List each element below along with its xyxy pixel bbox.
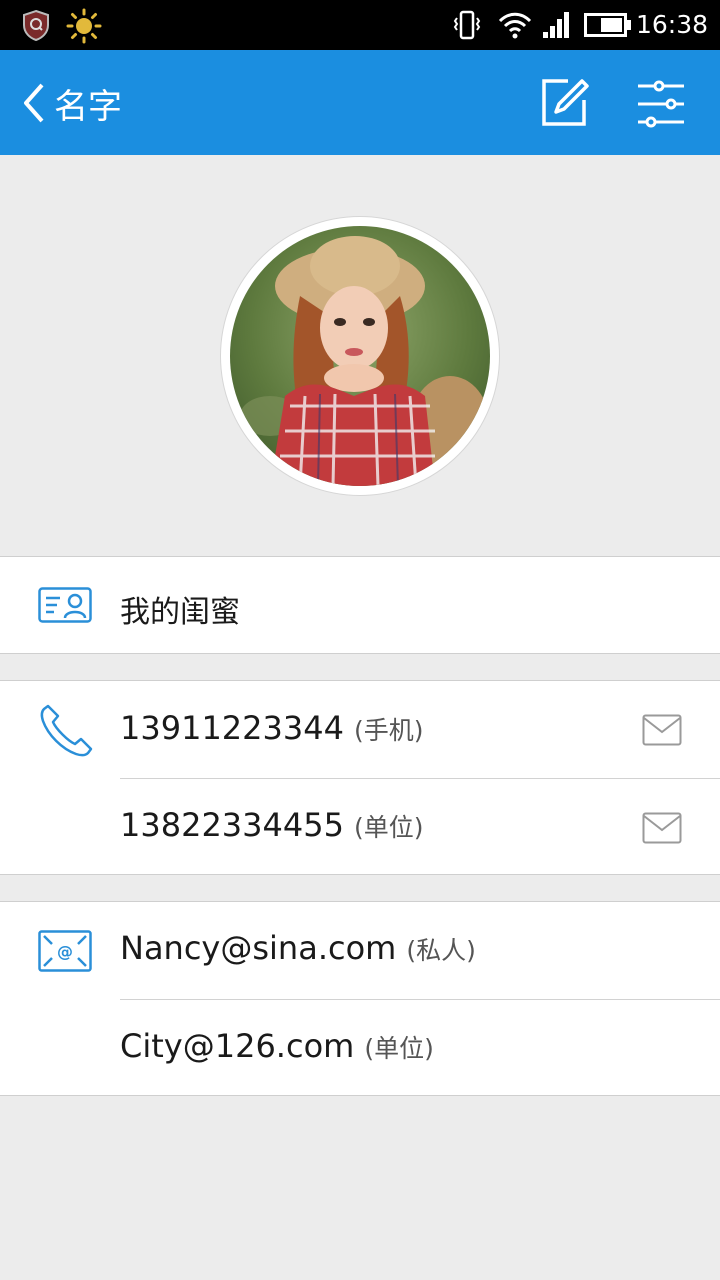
phone-number: 13822334455 (单位) [120, 806, 423, 844]
message-icon[interactable] [642, 714, 682, 746]
signal-icon [543, 12, 569, 38]
wifi-icon [498, 12, 532, 39]
phone-number-value: 13911223344 [120, 709, 344, 747]
avatar-photo [230, 226, 490, 486]
svg-text:@: @ [57, 942, 73, 961]
phone-number-value: 13822334455 [120, 806, 344, 844]
email-type-label: (单位) [364, 1034, 434, 1063]
vibrate-icon [453, 10, 481, 40]
email-icon: @ [38, 930, 92, 972]
email-section: @ Nancy@sina.com (私人) City@126.com (单位) [0, 901, 720, 1096]
phone-row[interactable]: 13911223344 (手机) [120, 681, 720, 777]
phone-number: 13911223344 (手机) [120, 709, 423, 747]
page-title: 名字 [54, 86, 122, 127]
filter-settings-icon[interactable] [632, 78, 690, 130]
email-address-value: City@126.com [120, 1027, 355, 1065]
contact-avatar[interactable] [220, 216, 500, 496]
email-address-value: Nancy@sina.com [120, 929, 397, 967]
message-icon[interactable] [642, 812, 682, 844]
contact-card-icon [38, 587, 92, 623]
group-row[interactable]: 我的闺蜜 [120, 557, 720, 653]
back-button[interactable]: 名字 [22, 74, 142, 132]
app-bar: 名字 [0, 50, 720, 155]
status-time: 16:38 [635, 10, 708, 39]
phone-section: 13911223344 (手机) 13822334455 (单位) [0, 680, 720, 875]
sun-icon [66, 8, 102, 44]
phone-row[interactable]: 13822334455 (单位) [120, 778, 720, 874]
battery-icon [584, 13, 631, 37]
email-row[interactable]: Nancy@sina.com (私人) [120, 902, 720, 998]
group-name: 我的闺蜜 [120, 595, 240, 630]
phone-type-label: (手机) [353, 716, 424, 745]
email-row[interactable]: City@126.com (单位) [120, 999, 720, 1095]
back-chevron-icon [24, 83, 44, 123]
status-bar: 16:38 [0, 0, 720, 50]
email-type-label: (私人) [406, 936, 476, 965]
phone-icon [40, 704, 93, 757]
group-section: 我的闺蜜 [0, 556, 720, 654]
phone-type-label: (单位) [353, 813, 424, 842]
edit-icon[interactable] [534, 74, 594, 132]
email-address: City@126.com (单位) [120, 1027, 434, 1065]
security-shield-icon [23, 9, 49, 41]
email-address: Nancy@sina.com (私人) [120, 929, 476, 967]
